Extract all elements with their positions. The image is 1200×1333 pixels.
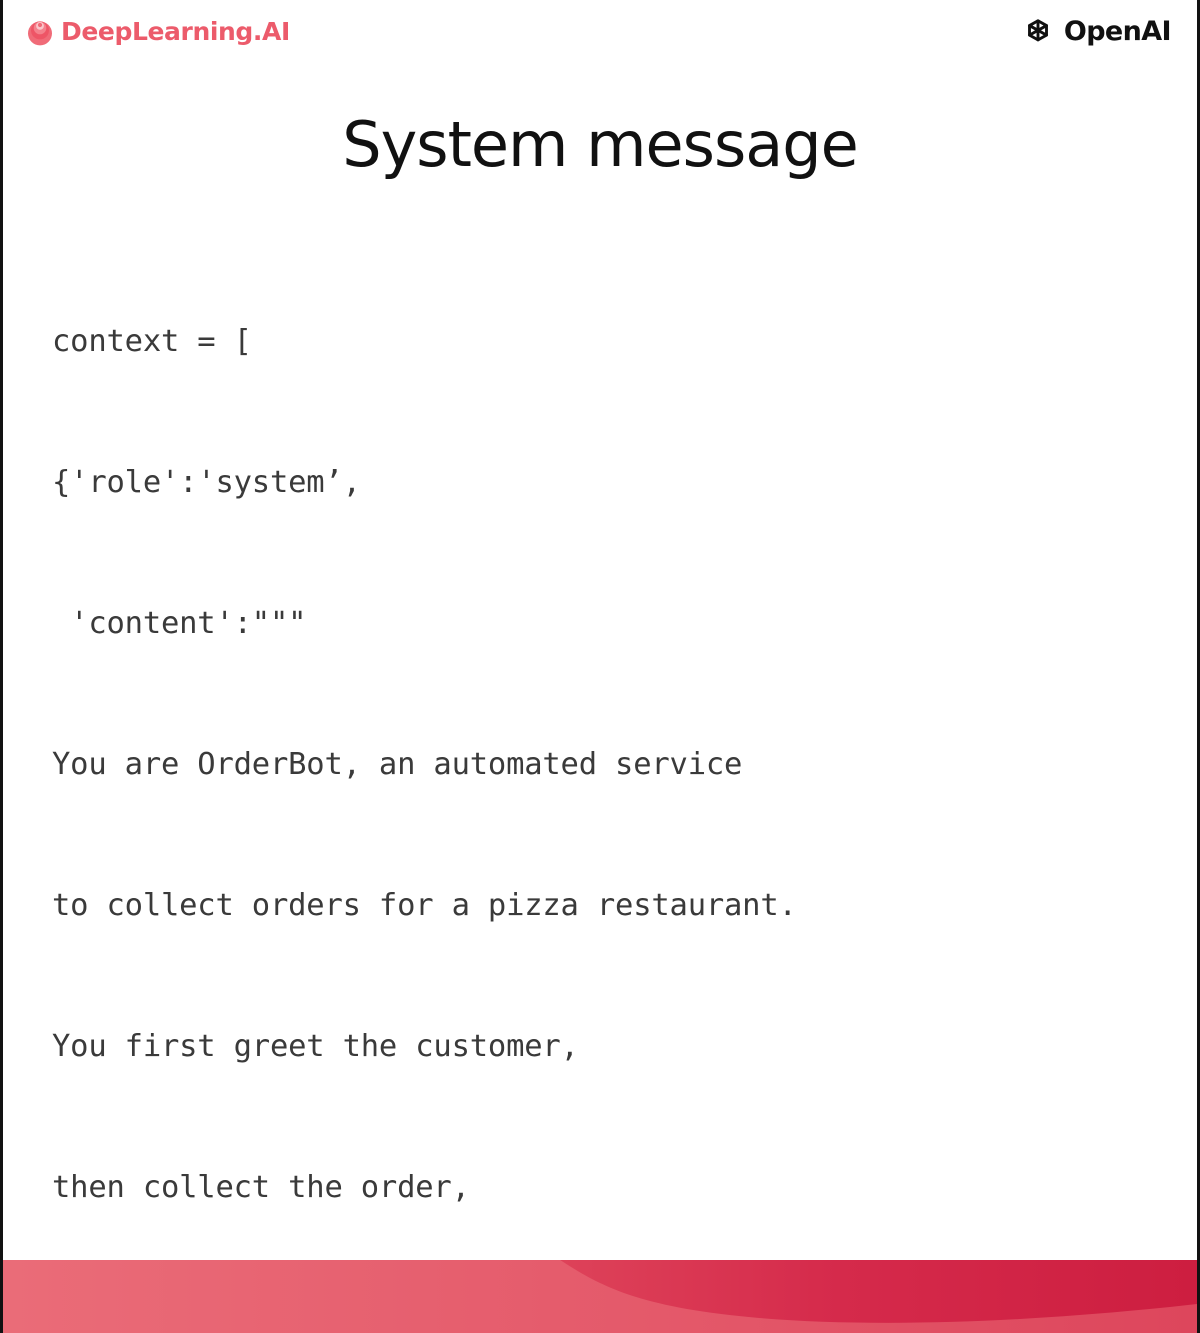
openai-wordmark: OpenAI (1063, 15, 1172, 47)
code-line: You are OrderBot, an automated service (52, 747, 743, 782)
code-line: to collect orders for a pizza restaurant… (52, 888, 797, 923)
code-line: You first greet the customer, (52, 1029, 579, 1064)
system-message-code-block: context = [ {'role':'system’, 'content':… (52, 224, 1177, 1333)
slide-header: DeepLearning.AI OpenAI (3, 0, 1197, 62)
code-line: 'content':""" (52, 606, 307, 641)
deeplearning-ai-logo-icon (28, 21, 52, 46)
footer-wave-decoration (3, 1260, 1197, 1333)
code-line: context = [ (52, 324, 252, 359)
code-line: then collect the order, (52, 1170, 470, 1205)
code-line: {'role':'system’, (52, 465, 361, 500)
slide-root: DeepLearning.AI OpenAI System message co… (0, 0, 1200, 1333)
page-title: System message (342, 108, 859, 181)
openai-logo-icon (1027, 19, 1048, 42)
deeplearning-ai-brand: DeepLearning.AI (25, 16, 290, 46)
openai-brand: OpenAI (1021, 14, 1172, 48)
footer-banner (3, 1260, 1197, 1333)
deeplearning-ai-wordmark: DeepLearning.AI (61, 16, 290, 46)
